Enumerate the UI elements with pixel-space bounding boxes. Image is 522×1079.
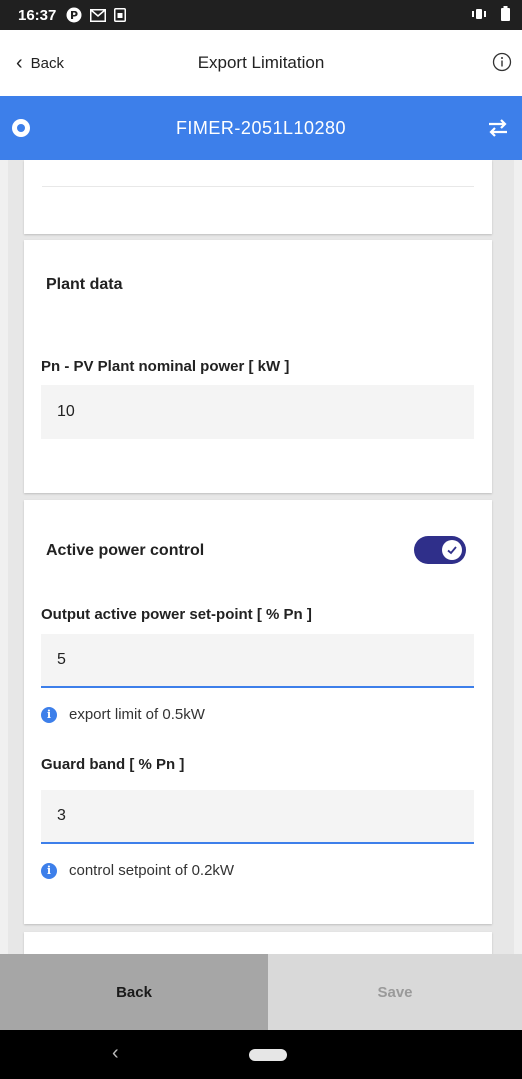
nominal-power-field[interactable]: 10 [41, 385, 474, 439]
info-icon: i [41, 706, 57, 723]
nominal-power-value: 10 [57, 403, 75, 420]
back-button[interactable]: Back [0, 954, 268, 1030]
status-bar: 16:37 P [0, 0, 522, 30]
plant-data-title: Plant data [46, 276, 123, 293]
device-name: FIMER-2051L10280 [175, 117, 347, 138]
nav-home-pill[interactable] [249, 1049, 287, 1061]
setpoint-label: Output active power set-point [ % Pn ] [41, 606, 312, 623]
plant-data-card: Plant data Pn - PV Plant nominal power [… [24, 240, 492, 493]
guard-band-hint: i control setpoint of 0.2kW [41, 862, 234, 879]
guard-band-label: Guard band [ % Pn ] [41, 756, 185, 773]
header-back-label: Back [30, 54, 65, 72]
page-title: Export Limitation [197, 53, 325, 72]
content-scroll-area[interactable]: Plant data Pn - PV Plant nominal power [… [8, 160, 514, 954]
vibrate-icon [471, 7, 487, 24]
setpoint-hint-text: export limit of 0.5kW [69, 706, 205, 723]
next-card [24, 932, 492, 954]
setpoint-hint: i export limit of 0.5kW [41, 706, 205, 723]
header-back-button[interactable]: ‹ Back [16, 30, 64, 96]
previous-card [24, 160, 492, 234]
svg-text:P: P [70, 9, 78, 22]
active-power-title: Active power control [46, 542, 205, 559]
active-power-card: Active power control Output active power… [24, 500, 492, 924]
status-time: 16:37 [18, 6, 57, 24]
save-button[interactable]: Save [268, 954, 522, 1030]
guard-band-hint-text: control setpoint of 0.2kW [69, 862, 235, 879]
battery-icon [501, 5, 510, 25]
setpoint-input[interactable]: 5 [41, 634, 474, 688]
info-circle-icon[interactable] [492, 52, 512, 72]
app-header: ‹ Back Export Limitation [0, 30, 522, 96]
divider [42, 186, 474, 187]
device-bar: FIMER-2051L10280 [0, 96, 522, 160]
guard-band-input[interactable]: 3 [41, 790, 474, 844]
active-power-toggle[interactable] [414, 536, 466, 564]
system-nav-bar: ‹ [0, 1030, 522, 1079]
setpoint-value: 5 [57, 651, 66, 668]
nav-back-icon[interactable]: ‹ [112, 1043, 119, 1063]
p-circle-icon: P [66, 7, 82, 23]
nominal-power-label: Pn - PV Plant nominal power [ kW ] [41, 358, 290, 375]
swap-arrows-icon[interactable] [486, 116, 510, 140]
sim-icon [114, 8, 127, 22]
info-icon: i [41, 862, 57, 879]
guard-band-value: 3 [57, 807, 66, 824]
chevron-left-icon: ‹ [16, 52, 23, 74]
check-icon [442, 540, 462, 560]
action-bar: Back Save [0, 954, 522, 1030]
device-radio-icon[interactable] [12, 119, 30, 137]
gmail-icon [90, 8, 107, 22]
